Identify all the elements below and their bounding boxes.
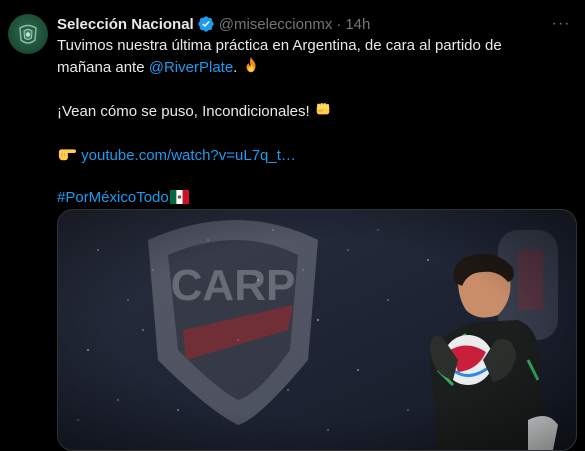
fire-emoji-icon <box>242 56 260 80</box>
handle[interactable]: @miseleccionmx <box>219 16 333 33</box>
verified-badge-icon <box>197 15 215 33</box>
tweet-text-line: . <box>233 59 238 76</box>
fist-emoji-icon <box>314 100 332 124</box>
separator-dot: · <box>336 15 342 33</box>
youtube-link[interactable]: youtube.com/watch?v=uL7q_t… <box>81 147 296 164</box>
more-options-icon[interactable]: ··· <box>551 14 571 34</box>
tweet-media-photo[interactable]: CARP <box>57 209 577 451</box>
mexico-team-crest-icon <box>19 24 37 44</box>
mention-link[interactable]: @RiverPlate <box>149 59 233 76</box>
hashtag-link[interactable]: #PorMéxicoTodo <box>57 189 169 206</box>
tweet-header: Selección Nacional @miseleccionmx · 14h <box>57 14 370 34</box>
tweet-text-line: mañana ante <box>57 59 145 76</box>
timestamp[interactable]: 14h <box>345 16 370 33</box>
mexico-flag-emoji-icon <box>169 190 189 210</box>
tweet-text: Tuvimos nuestra última práctica en Argen… <box>57 36 572 210</box>
goalkeeper-photo: CARP <box>58 210 576 450</box>
pointing-hand-emoji-icon <box>57 144 77 168</box>
display-name[interactable]: Selección Nacional <box>57 16 194 33</box>
avatar[interactable] <box>8 14 48 54</box>
tweet-text-line: ¡Vean cómo se puso, Incondicionales! <box>57 103 310 120</box>
tweet-text-line: Tuvimos nuestra última práctica en Argen… <box>57 37 502 54</box>
tweet-card[interactable]: Selección Nacional @miseleccionmx · 14h … <box>0 0 585 451</box>
